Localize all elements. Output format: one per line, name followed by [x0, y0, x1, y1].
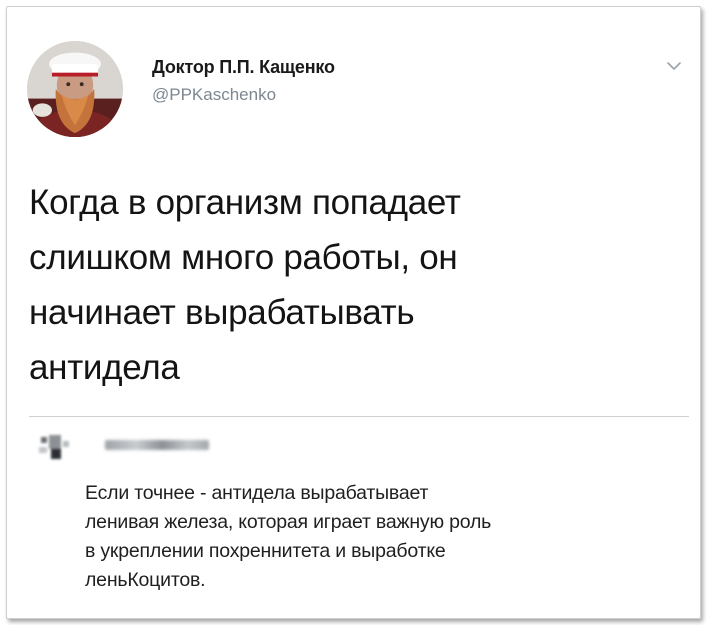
tweet-text-line: слишком много работы, он	[29, 238, 458, 277]
tweet-text-line: начинает вырабатывать	[29, 293, 415, 332]
author-display-name[interactable]: Доктор П.П. Кащенко	[152, 57, 335, 78]
reply-text-line: ленивая железа, которая играет важную ро…	[85, 511, 492, 533]
blurred-avatar-icon[interactable]	[35, 433, 75, 465]
author-handle[interactable]: @PPKaschenko	[152, 85, 335, 105]
reply-body-text: Если точнее - антидела вырабатывает лени…	[85, 479, 685, 595]
bearded-man-chef-hat-icon	[27, 41, 123, 137]
tweet-header: Доктор П.П. Кащенко @PPKaschenko	[23, 35, 693, 145]
reply-author-name-redacted[interactable]	[105, 440, 209, 450]
reply-text-line: леньКоцитов.	[85, 569, 206, 591]
chevron-down-icon[interactable]	[665, 57, 683, 75]
author-names: Доктор П.П. Кащенко @PPKaschenko	[152, 57, 335, 105]
divider	[29, 416, 689, 417]
author-avatar[interactable]	[27, 41, 123, 137]
reply-text-line: в укреплении похреннитета и выработке	[85, 540, 446, 562]
reply-header	[31, 427, 231, 467]
tweet-body-text: Когда в организм попадает слишком много …	[29, 175, 649, 395]
tweet-card: Доктор П.П. Кащенко @PPKaschenko Когда в…	[6, 6, 701, 619]
tweet-text-line: антидела	[29, 348, 180, 387]
reply-text-line: Если точнее - антидела вырабатывает	[85, 482, 429, 504]
tweet-text-line: Когда в организм попадает	[29, 183, 461, 222]
